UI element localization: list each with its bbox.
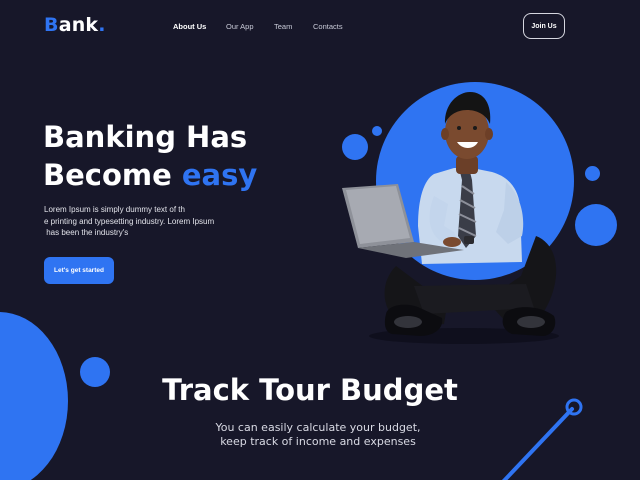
- decorative-dot: [585, 166, 600, 181]
- landing-page: Bank. About Us Our App Team Contacts Joi…: [0, 0, 640, 480]
- hero-title-accent: easy: [181, 158, 258, 192]
- nav-link-contacts[interactable]: Contacts: [313, 22, 343, 31]
- nav-link-team[interactable]: Team: [274, 22, 292, 31]
- nav-link-our-app[interactable]: Our App: [226, 22, 254, 31]
- hero-desc-line: Lorem Ipsum is simply dummy text of th: [44, 205, 185, 214]
- decorative-dot: [575, 204, 617, 246]
- hero-title: Banking Has Become easy: [43, 118, 257, 194]
- hero-description: Lorem Ipsum is simply dummy text of th e…: [44, 204, 249, 239]
- hero-desc-line: e printing and typesetting industry. Lor…: [44, 216, 215, 226]
- join-us-button[interactable]: Join Us: [523, 13, 565, 39]
- hero-title-line2: Become: [43, 158, 182, 192]
- brand-logo[interactable]: Bank.: [44, 14, 106, 36]
- logo-text: ank: [58, 14, 99, 36]
- hero-desc-line: has been the industry's: [44, 228, 129, 237]
- logo-initial: B: [44, 14, 59, 36]
- get-started-button[interactable]: Let's get started: [44, 257, 114, 284]
- hero-title-line1: Banking Has: [43, 120, 248, 154]
- nav-link-about-us[interactable]: About Us: [173, 22, 206, 31]
- hero-person-image: [342, 92, 559, 344]
- logo-dot: .: [98, 14, 106, 36]
- decorative-line-with-node: [501, 398, 583, 480]
